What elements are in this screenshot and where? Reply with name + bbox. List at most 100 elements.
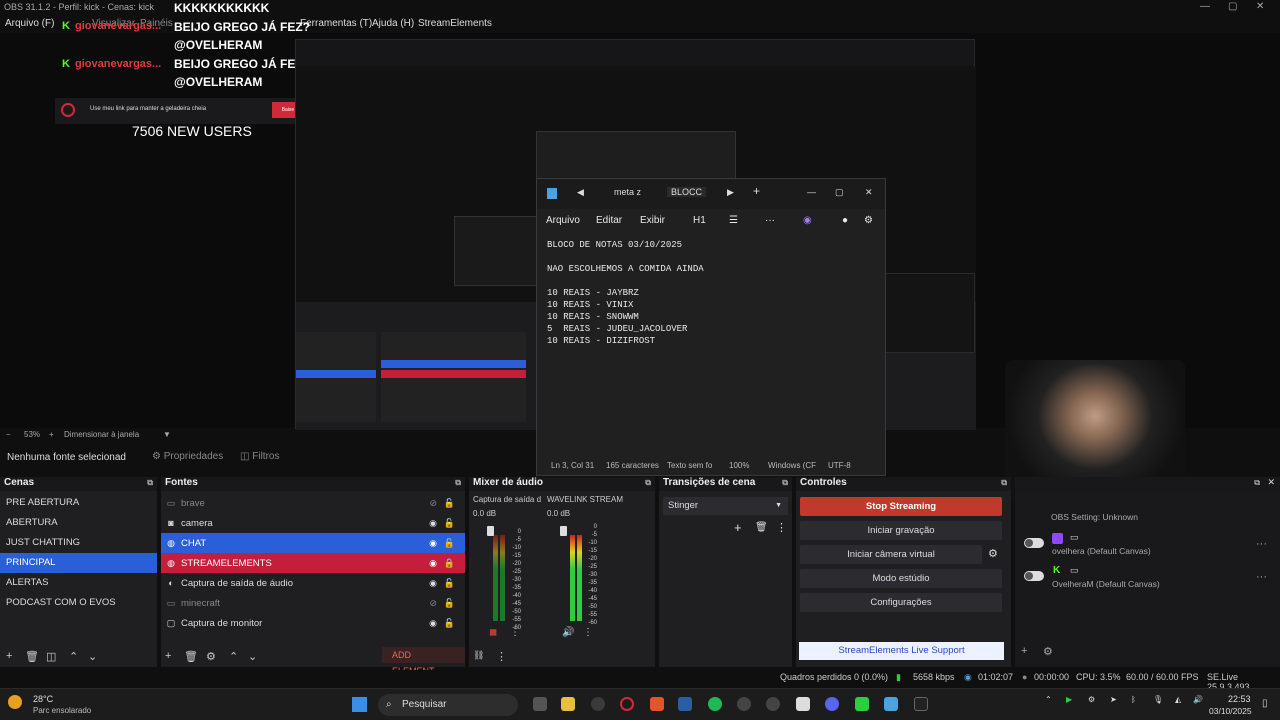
trash-icon[interactable]: 🗑 (184, 650, 198, 663)
tab-prev-icon[interactable]: ◀ (577, 187, 584, 198)
source-item[interactable]: ▭ brave ⊘ 🔓 (161, 493, 465, 513)
weather-icon[interactable] (8, 695, 22, 709)
add-icon[interactable]: + (165, 650, 171, 662)
popout-icon[interactable]: ⧉ (782, 478, 788, 488)
link-icon[interactable]: ⛓ (473, 650, 484, 661)
settings-button[interactable]: Configurações (800, 593, 1002, 612)
source-item-selected[interactable]: ◍ CHAT ◉ 🔓 (161, 533, 465, 553)
settings-tray-icon[interactable]: ⚙ (1088, 695, 1095, 704)
discord-icon[interactable] (825, 697, 839, 711)
more-icon[interactable]: ··· (765, 215, 775, 226)
more-vertical-icon[interactable]: ⋮ (496, 650, 507, 663)
popout-icon[interactable]: ⧉ (1001, 478, 1007, 488)
filters-button[interactable]: ◫ Filtros (240, 451, 279, 462)
microphone-icon[interactable]: 🎙 (1153, 695, 1163, 704)
more-vertical-icon[interactable]: ⋮ (583, 627, 593, 638)
unlock-icon[interactable]: 🔓 (444, 533, 455, 553)
arrow-icon[interactable]: ➤ (1110, 695, 1117, 704)
notepad-window[interactable]: ◀ meta z BLOCC ▶ + — ▢ ✕ Arquivo Editar … (536, 178, 886, 476)
copilot-icon[interactable]: ◉ (803, 215, 812, 226)
close-icon[interactable]: ✕ (1256, 1, 1264, 12)
source-item[interactable]: ◙ camera ◉ 🔓 (161, 513, 465, 533)
move-up-icon[interactable]: ⌃ (69, 650, 78, 663)
menu-editar[interactable]: Editar (596, 215, 622, 226)
gear-icon[interactable]: ⚙ (206, 650, 216, 663)
close-icon[interactable]: ✕ (865, 187, 873, 198)
profile-icon[interactable]: ● (842, 215, 848, 226)
zoom-out-icon[interactable]: − (6, 430, 11, 439)
add-element-button[interactable]: ADD ELEMENT (382, 647, 465, 676)
taskbar-search[interactable]: ⌕ Pesquisar (378, 694, 518, 716)
obs-icon[interactable] (766, 697, 780, 711)
unlock-icon[interactable]: 🔓 (444, 513, 455, 533)
move-up-icon[interactable]: ⌃ (229, 650, 238, 663)
chevron-down-icon[interactable]: ▼ (163, 430, 171, 439)
add-icon[interactable]: + (6, 650, 12, 662)
account-toggle[interactable] (1024, 571, 1044, 581)
source-item[interactable]: ◐ Captura de saída de áudio ◉ 🔓 (161, 573, 465, 593)
menu-streamelements[interactable]: StreamElements (418, 18, 492, 29)
start-virtual-camera-button[interactable]: Iniciar câmera virtual (800, 545, 982, 564)
se-live-support-button[interactable]: StreamElements Live Support (799, 642, 1004, 660)
scene-item[interactable]: JUST CHATTING (0, 533, 157, 553)
wavelink-icon[interactable] (737, 697, 751, 711)
menu-arquivo[interactable]: Arquivo (546, 215, 580, 226)
stop-streaming-button[interactable]: Stop Streaming (800, 497, 1002, 516)
chevron-up-icon[interactable]: ⌃ (1045, 695, 1052, 704)
windows-start-icon[interactable] (352, 697, 367, 712)
volume-icon[interactable]: 🔊 (1193, 695, 1203, 704)
studio-mode-button[interactable]: Modo estúdio (800, 569, 1002, 588)
gear-icon[interactable]: ⚙ (1043, 645, 1053, 658)
popout-icon[interactable]: ⧉ (645, 478, 651, 488)
zoom-in-icon[interactable]: + (49, 430, 54, 439)
bluetooth-icon[interactable]: ᛒ (1131, 695, 1136, 704)
scene-item[interactable]: ALERTAS (0, 573, 157, 593)
popout-icon[interactable]: ⧉ (1254, 478, 1260, 488)
tab-next-icon[interactable]: ▶ (727, 187, 734, 198)
scene-item[interactable]: PRE ABERTURA (0, 493, 157, 513)
scale-mode[interactable]: Dimensionar à janela (64, 430, 139, 439)
menu-exibir[interactable]: Exibir (640, 215, 665, 226)
terminal-icon[interactable] (855, 697, 869, 711)
scene-item[interactable]: PODCAST COM O EVOS (0, 593, 157, 613)
tab-meta[interactable]: meta z (614, 187, 641, 197)
gear-icon[interactable]: ⚙ (988, 547, 998, 560)
popout-icon[interactable]: ⧉ (147, 478, 153, 488)
scene-item-selected[interactable]: PRINCIPAL (0, 553, 157, 573)
play-icon[interactable]: ▶ (1066, 695, 1072, 704)
unlock-icon[interactable]: 🔓 (444, 493, 455, 513)
popout-icon[interactable]: ⧉ (455, 478, 461, 488)
add-icon[interactable]: + (1021, 645, 1027, 657)
lock-icon[interactable]: 🔒 (444, 553, 455, 573)
more-icon[interactable]: ··· (1256, 571, 1267, 583)
notepad-text-area[interactable]: BLOCO DE NOTAS 03/10/2025 NAO ESCOLHEMOS … (547, 239, 704, 347)
volume-fader[interactable] (487, 526, 494, 536)
maximize-icon[interactable]: ▢ (1228, 1, 1237, 12)
maximize-icon[interactable]: ▢ (835, 187, 844, 198)
volume-fader[interactable] (560, 526, 567, 536)
properties-button[interactable]: ⚙ Propriedades (152, 451, 223, 462)
start-recording-button[interactable]: Iniciar gravação (800, 521, 1002, 540)
menu-ajuda[interactable]: Ajuda (H) (372, 18, 414, 29)
account-toggle[interactable] (1024, 538, 1044, 548)
speaker-muted-icon[interactable]: ◼ (489, 627, 497, 638)
network-icon[interactable]: ◭ (1175, 695, 1181, 704)
eye-icon[interactable]: ◉ (429, 553, 437, 573)
tab-blocc[interactable]: BLOCC (667, 187, 707, 197)
trash-icon[interactable]: 🗑 (755, 522, 768, 533)
source-item[interactable]: ▢ Captura de monitor ◉ 🔓 (161, 613, 465, 633)
unlock-icon[interactable]: 🔓 (444, 613, 455, 633)
brave-icon[interactable] (650, 697, 664, 711)
eye-icon[interactable]: ◉ (429, 513, 437, 533)
move-down-icon[interactable]: ⌄ (248, 650, 257, 663)
gear-icon[interactable]: ⚙ (864, 215, 873, 226)
scene-item[interactable]: ABERTURA (0, 513, 157, 533)
more-vertical-icon[interactable]: ⋮ (510, 627, 520, 638)
menu-ferramentas[interactable]: Ferramentas (T) (300, 18, 372, 29)
heading-button[interactable]: H1 (693, 215, 706, 226)
filter-icon[interactable]: ◫ (46, 650, 56, 663)
eye-icon[interactable]: ◉ (429, 573, 437, 593)
add-icon[interactable]: + (734, 520, 742, 535)
opera-gx-icon[interactable] (620, 697, 634, 711)
eye-hidden-icon[interactable]: ⊘ (429, 493, 437, 513)
